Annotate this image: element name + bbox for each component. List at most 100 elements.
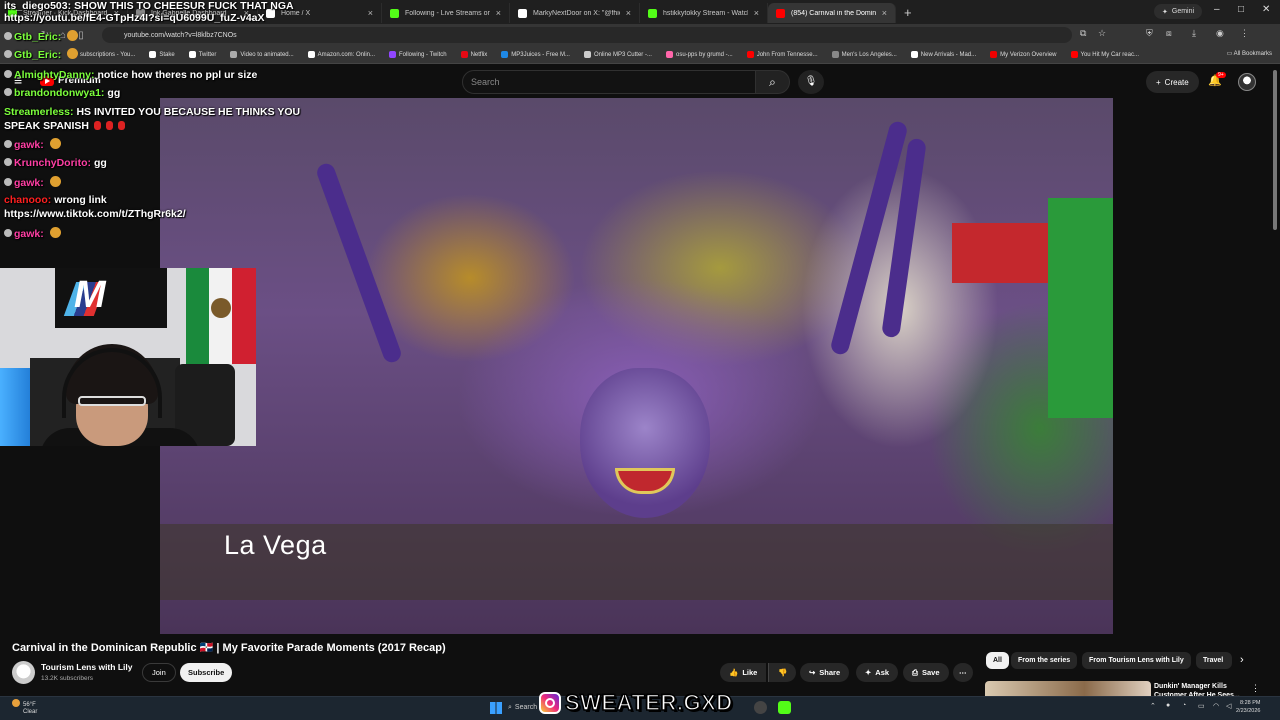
bookmark-item[interactable]: Men's Los Angeles...: [831, 51, 897, 58]
tab-label: hstikkytokky Stream - Watch Li: [663, 9, 748, 17]
download-icon[interactable]: ⤓: [1192, 28, 1196, 39]
tab-close-icon[interactable]: ×: [496, 8, 501, 18]
search-icon: ⌕: [508, 703, 512, 711]
bookmark-item[interactable]: MP3Juices - Free M...: [501, 51, 570, 58]
chat-message: chanooo: wrong link: [4, 194, 107, 206]
like-button[interactable]: 👍 Like: [720, 663, 767, 682]
share-button[interactable]: ↪ Share: [800, 663, 850, 682]
taskbar-search[interactable]: ⌕ Search: [508, 700, 540, 715]
chat-username: AlmightyDanny:: [14, 69, 95, 81]
bookmark-item[interactable]: Amazon.com: Onlin...: [307, 51, 375, 58]
chip-from-channel[interactable]: From Tourism Lens with Lily: [1082, 652, 1191, 669]
face-emote-icon: [67, 48, 79, 59]
bookmark-item[interactable]: Netflix: [460, 51, 487, 58]
bookmark-favicon-icon: [501, 51, 509, 58]
chip-travel[interactable]: Travel: [1196, 652, 1232, 669]
browser-tab[interactable]: hstikkytokky Stream - Watch Li ×: [640, 3, 768, 23]
sparkle-icon: ✦: [1162, 8, 1168, 16]
bookmark-item[interactable]: My Verizon Overview: [990, 51, 1057, 58]
bookmark-item[interactable]: subscriptions - You...: [70, 51, 135, 58]
video-player[interactable]: La Vega: [160, 98, 1113, 634]
search-placeholder: Search: [471, 77, 500, 87]
scrollbar-thumb[interactable]: [1273, 70, 1277, 230]
install-icon[interactable]: ⧉: [1080, 28, 1086, 39]
folder-icon: ▭: [1226, 51, 1234, 57]
bookmark-item[interactable]: osu-pps by grumd -...: [665, 51, 733, 58]
obs-taskbar-icon[interactable]: [778, 701, 791, 714]
search-button[interactable]: ⌕: [756, 70, 790, 94]
weather-temp: 56°F: [23, 702, 36, 708]
bookmark-item[interactable]: Following - Twitch: [389, 51, 447, 58]
more-vertical-icon[interactable]: ⋮: [1251, 683, 1260, 694]
weather-desc: Clear: [23, 709, 38, 715]
chat-username: its_diego503:: [4, 0, 72, 12]
bookmark-item[interactable]: Stake: [149, 51, 175, 58]
create-label: Create: [1164, 77, 1189, 87]
minimize-icon[interactable]: –: [1214, 4, 1220, 15]
wifi-icon[interactable]: ◠: [1213, 702, 1219, 710]
chevron-right-icon[interactable]: ›: [1240, 654, 1244, 666]
windows-start-icon[interactable]: [490, 702, 502, 714]
bookmark-item[interactable]: Video to animated...: [230, 51, 294, 58]
bookmark-item[interactable]: Online MP3 Cutter -...: [583, 51, 652, 58]
new-tab-button[interactable]: +: [904, 5, 912, 20]
tab-close-icon[interactable]: ×: [626, 8, 631, 18]
bookmark-star-icon[interactable]: ☆: [1098, 28, 1106, 39]
video-title: Carnival in the Dominican Republic 🇩🇴 | …: [12, 642, 446, 654]
tab-close-icon[interactable]: ×: [754, 8, 759, 18]
chip-all[interactable]: All: [986, 652, 1009, 669]
chrome-taskbar-icon[interactable]: [754, 701, 767, 714]
account-avatar[interactable]: [1238, 73, 1256, 91]
extensions-icon[interactable]: ⧈: [1166, 28, 1172, 39]
chat-username: KrunchyDorito:: [14, 157, 91, 169]
browser-menu-icon[interactable]: ⋮: [1240, 28, 1249, 39]
join-button[interactable]: Join: [142, 663, 176, 682]
chip-from-series[interactable]: From the series: [1011, 652, 1078, 669]
voice-search-button[interactable]: 🎙: [798, 70, 824, 94]
bookmark-favicon-icon: [460, 51, 468, 58]
bookmark-favicon-icon: [1070, 51, 1078, 58]
instagram-icon: [539, 692, 561, 714]
dislike-button[interactable]: 👎: [768, 663, 797, 682]
address-bar[interactable]: youtube.com/watch?v=l8klbz7CNOs: [102, 27, 1072, 43]
webcam-glasses: [78, 396, 146, 406]
chat-text: notice how theres no ppl ur size: [97, 69, 258, 81]
chat-text: SPEAK SPANISH: [4, 120, 89, 132]
channel-name[interactable]: Tourism Lens with Lily: [41, 662, 132, 672]
create-button[interactable]: + Create: [1146, 71, 1199, 93]
search-input[interactable]: Search: [462, 70, 756, 94]
browser-tab[interactable]: MarkyNextDoor on X: "@fhion ×: [510, 3, 640, 23]
save-button[interactable]: ⎙ Save: [903, 663, 949, 682]
maximize-icon[interactable]: □: [1238, 4, 1244, 15]
close-window-icon[interactable]: ✕: [1262, 4, 1270, 15]
screen: Streamer · Kick Dashboard × Ink Gabrielle …: [0, 0, 1280, 720]
video-carnival-mask: [580, 368, 710, 518]
profile-icon[interactable]: ◉: [1216, 28, 1224, 39]
gemini-button[interactable]: ✦ Gemini: [1154, 4, 1203, 19]
bookmark-item[interactable]: John From Tennesse...: [746, 51, 818, 58]
bookmark-icon: ⎙: [912, 667, 918, 677]
weather-widget[interactable]: 56°F Clear: [12, 699, 37, 716]
tab-close-icon[interactable]: ×: [882, 8, 887, 18]
bookmark-item[interactable]: You Hit My Car reac...: [1070, 51, 1139, 58]
tab-close-icon[interactable]: ×: [368, 8, 373, 18]
all-bookmarks-button[interactable]: ▭ All Bookmarks: [1227, 50, 1272, 57]
extension-shield-icon[interactable]: ⛨: [1146, 28, 1153, 39]
chat-message: SPEAK SPANISH: [4, 120, 125, 132]
taskbar-clock[interactable]: 8:28 PM 2/23/2026: [1236, 699, 1260, 715]
volume-icon[interactable]: ◁: [1226, 702, 1231, 710]
browser-tab[interactable]: Following - Live Streams on Ki ×: [382, 3, 510, 23]
channel-avatar[interactable]: [12, 661, 35, 684]
chat-text: wrong link: [54, 194, 107, 206]
bookmark-item[interactable]: Twitter: [188, 51, 216, 58]
network-icon[interactable]: ▭: [1198, 702, 1205, 710]
subscribe-button[interactable]: Subscribe: [180, 663, 233, 682]
bookmark-label: MP3Juices - Free M...: [511, 51, 570, 58]
bookmark-item[interactable]: New Arrivals - Mad...: [910, 51, 976, 58]
tray-app-icon[interactable]: ◔: [1182, 702, 1186, 709]
more-actions-button[interactable]: ⋯: [953, 663, 973, 682]
ask-button[interactable]: ✦ Ask: [856, 663, 899, 682]
tray-chevron-icon[interactable]: ⌃: [1150, 702, 1156, 710]
browser-tab[interactable]: (854) Carnival in the Domin ×: [768, 3, 896, 23]
tray-app-icon[interactable]: ●: [1166, 702, 1170, 709]
